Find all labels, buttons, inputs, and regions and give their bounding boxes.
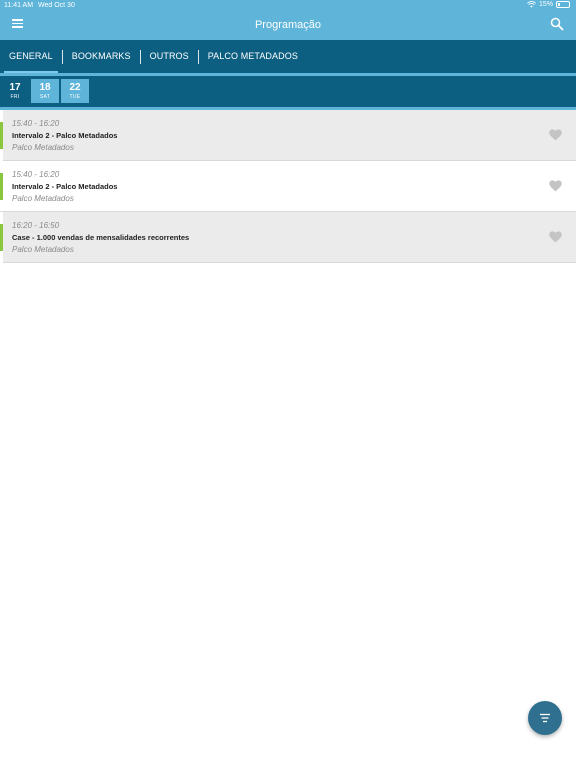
filter-icon (540, 713, 550, 723)
date-chip-18[interactable]: 18 SAT (31, 79, 59, 103)
status-time: 11:41 AM (4, 2, 34, 9)
session-title: Case - 1.000 vendas de mensalidades reco… (12, 233, 190, 242)
date-day: 22 (69, 82, 81, 93)
date-day: 18 (39, 82, 51, 93)
session-location: Palco Metadados (12, 143, 74, 152)
date-selector: 17 FRI 18 SAT 22 TUE (0, 76, 576, 107)
app-root: 11:41 AM Wed Oct 30 15% Programação GENE… (0, 0, 576, 768)
status-date: Wed Oct 30 (38, 2, 75, 9)
track-color-bar (0, 122, 3, 149)
date-weekday: TUE (69, 94, 81, 100)
session-location: Palco Metadados (12, 194, 74, 203)
filter-fab-button[interactable] (528, 701, 562, 735)
tab-palco-metadados[interactable]: PALCO METADADOS (199, 40, 307, 73)
session-time: 15:40 - 16:20 (12, 119, 60, 128)
status-right-group: 15% (527, 1, 570, 8)
search-icon[interactable] (550, 17, 564, 31)
session-time: 15:40 - 16:20 (12, 170, 60, 179)
tab-outros[interactable]: OUTROS (141, 40, 198, 73)
session-title: Intervalo 2 - Palco Metadados (12, 182, 118, 191)
top-app-bar: 11:41 AM Wed Oct 30 15% Programação (0, 0, 576, 40)
date-chip-17[interactable]: 17 FRI (1, 79, 29, 103)
session-location: Palco Metadados (12, 245, 74, 254)
date-chip-22[interactable]: 22 TUE (61, 79, 89, 103)
tab-bookmarks[interactable]: BOOKMARKS (63, 40, 140, 73)
list-item[interactable]: 16:20 - 16:50 Case - 1.000 vendas de men… (0, 212, 576, 263)
battery-percent: 15% (538, 1, 553, 8)
tab-bar: GENERAL BOOKMARKS OUTROS PALCO METADADOS (0, 40, 576, 73)
status-bar: 11:41 AM Wed Oct 30 15% (0, 0, 576, 12)
session-list: 15:40 - 16:20 Intervalo 2 - Palco Metada… (0, 110, 576, 263)
list-item[interactable]: 15:40 - 16:20 Intervalo 2 - Palco Metada… (0, 161, 576, 212)
battery-icon (556, 1, 570, 8)
session-title: Intervalo 2 - Palco Metadados (12, 131, 118, 140)
date-weekday: FRI (10, 94, 20, 100)
list-item[interactable]: 15:40 - 16:20 Intervalo 2 - Palco Metada… (0, 110, 576, 161)
heart-icon[interactable] (549, 129, 562, 141)
track-color-bar (0, 173, 3, 200)
heart-icon[interactable] (549, 180, 562, 192)
track-color-bar (0, 224, 3, 251)
session-time: 16:20 - 16:50 (12, 221, 60, 230)
wifi-icon (527, 1, 536, 8)
page-title: Programação (254, 19, 322, 31)
date-day: 17 (9, 82, 21, 93)
heart-icon[interactable] (549, 231, 562, 243)
tab-general[interactable]: GENERAL (0, 40, 62, 73)
date-weekday: SAT (39, 94, 51, 100)
